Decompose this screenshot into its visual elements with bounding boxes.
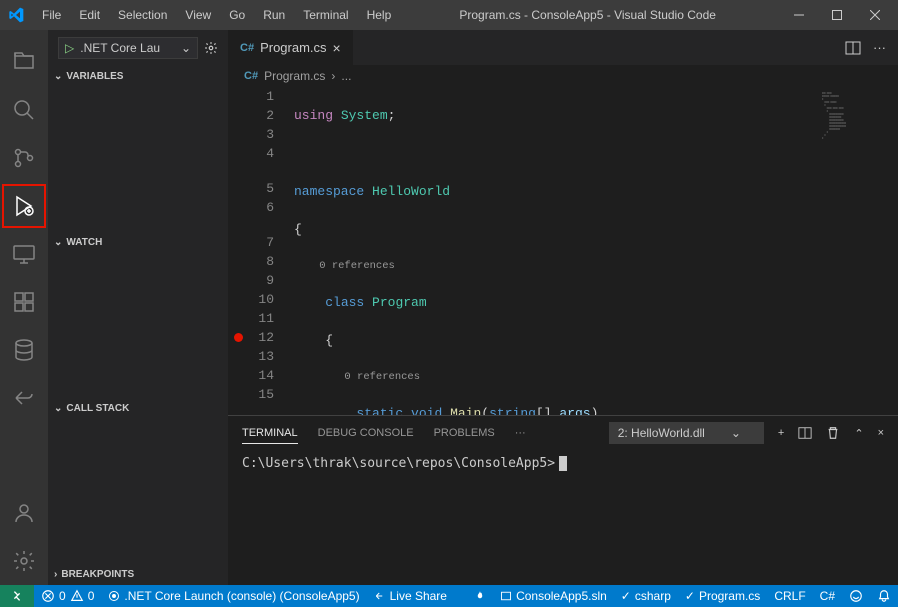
terminal-select-label: 2: HelloWorld.dll bbox=[618, 426, 705, 440]
codelens[interactable]: 0 references bbox=[319, 260, 395, 272]
section-breakpoints-label: Breakpoints bbox=[61, 569, 134, 580]
status-solution[interactable]: ConsoleApp5.sln bbox=[493, 585, 614, 607]
section-breakpoints[interactable]: › Breakpoints bbox=[48, 563, 228, 585]
panel-tab-more[interactable]: ··· bbox=[515, 423, 526, 443]
activity-explorer[interactable] bbox=[0, 38, 48, 86]
status-liveshare[interactable]: Live Share bbox=[367, 585, 454, 607]
breadcrumb-sep: › bbox=[331, 69, 335, 83]
status-launch-config[interactable]: .NET Core Launch (console) (ConsoleApp5) bbox=[101, 585, 366, 607]
gutter[interactable]: 1 2 3 4 5 6 7 8 9 10 11 12 13 14 15 bbox=[228, 87, 294, 415]
menu-file[interactable]: File bbox=[34, 4, 69, 26]
activity-extensions[interactable] bbox=[0, 278, 48, 326]
breadcrumb[interactable]: C# Program.cs › ... bbox=[228, 65, 898, 87]
status-feedback[interactable] bbox=[842, 585, 870, 607]
menu-go[interactable]: Go bbox=[221, 4, 253, 26]
split-terminal-icon[interactable] bbox=[798, 426, 812, 440]
status-bar: 0 0 .NET Core Launch (console) (ConsoleA… bbox=[0, 585, 898, 607]
section-callstack[interactable]: ⌄ Call Stack bbox=[48, 397, 228, 419]
launch-config-select[interactable]: ▷ .NET Core Lau ⌄ bbox=[58, 37, 198, 59]
remote-indicator[interactable] bbox=[0, 585, 34, 607]
editor-area: C# Program.cs × ··· C# Program.cs › ... … bbox=[228, 30, 898, 585]
activity-run-debug[interactable] bbox=[0, 182, 48, 230]
breadcrumb-file: Program.cs bbox=[264, 69, 325, 83]
tab-program-cs[interactable]: C# Program.cs × bbox=[228, 30, 354, 65]
activity-settings[interactable] bbox=[0, 537, 48, 585]
more-actions-icon[interactable]: ··· bbox=[873, 40, 886, 55]
minimap[interactable]: ▄▄▄ ▄▄▄▄ ▄▄▄▄▄▄ ▄▄▄▄▄▄▄ ▄ ▄▄▄▄ ▄▄▄▄▄ ▄ ▄… bbox=[818, 87, 898, 415]
breakpoint-icon[interactable] bbox=[234, 333, 243, 342]
menu-bar: File Edit Selection View Go Run Terminal… bbox=[34, 4, 399, 26]
activity-liveshare[interactable] bbox=[0, 374, 48, 422]
gear-icon[interactable] bbox=[204, 41, 218, 55]
codelens[interactable]: 0 references bbox=[344, 371, 420, 383]
menu-selection[interactable]: Selection bbox=[110, 4, 175, 26]
csharp-file-icon: C# bbox=[244, 70, 258, 82]
panel-tab-debug-console[interactable]: DEBUG CONSOLE bbox=[318, 423, 414, 443]
activity-remote[interactable] bbox=[0, 230, 48, 278]
code-content[interactable]: using System; namespace HelloWorld { 0 r… bbox=[294, 87, 898, 415]
section-variables[interactable]: ⌄ Variables bbox=[48, 65, 228, 87]
launch-config-label: .NET Core Lau bbox=[80, 41, 160, 55]
debug-toolbar: ▷ .NET Core Lau ⌄ bbox=[48, 30, 228, 65]
panel-tabs: TERMINAL DEBUG CONSOLE PROBLEMS ··· 2: H… bbox=[228, 416, 898, 450]
activity-source-control[interactable] bbox=[0, 134, 48, 182]
status-problems[interactable]: 0 0 bbox=[34, 585, 101, 607]
activity-sql[interactable] bbox=[0, 326, 48, 374]
status-file[interactable]: ✓Program.cs bbox=[678, 585, 767, 607]
status-lang-server[interactable]: ✓csharp bbox=[614, 585, 678, 607]
menu-help[interactable]: Help bbox=[359, 4, 400, 26]
terminal-select[interactable]: 2: HelloWorld.dll ⌄ bbox=[609, 422, 764, 444]
terminal-prompt: C:\Users\thrak\source\repos\ConsoleApp5> bbox=[242, 456, 555, 471]
activity-search[interactable] bbox=[0, 86, 48, 134]
chevron-down-icon: ⌄ bbox=[181, 41, 191, 55]
editor-tabs: C# Program.cs × ··· bbox=[228, 30, 898, 65]
menu-run[interactable]: Run bbox=[255, 4, 293, 26]
kill-terminal-icon[interactable] bbox=[826, 426, 840, 440]
window-controls bbox=[776, 0, 890, 30]
section-watch[interactable]: ⌄ Watch bbox=[48, 231, 228, 253]
menu-terminal[interactable]: Terminal bbox=[295, 4, 356, 26]
activity-account[interactable] bbox=[0, 489, 48, 537]
new-terminal-icon[interactable]: + bbox=[778, 427, 784, 439]
close-button[interactable] bbox=[852, 0, 898, 30]
panel-tab-terminal[interactable]: TERMINAL bbox=[242, 423, 298, 444]
editor[interactable]: 1 2 3 4 5 6 7 8 9 10 11 12 13 14 15 usin… bbox=[228, 87, 898, 415]
terminal[interactable]: C:\Users\thrak\source\repos\ConsoleApp5> bbox=[228, 450, 898, 585]
panel-tab-problems[interactable]: PROBLEMS bbox=[434, 423, 495, 443]
activity-bar bbox=[0, 30, 48, 585]
menu-edit[interactable]: Edit bbox=[71, 4, 108, 26]
status-flame[interactable] bbox=[467, 585, 493, 607]
section-watch-label: Watch bbox=[66, 237, 102, 248]
status-notifications[interactable] bbox=[870, 585, 898, 607]
chevron-down-icon: ⌄ bbox=[54, 71, 62, 82]
section-variables-label: Variables bbox=[66, 71, 123, 82]
close-panel-icon[interactable]: × bbox=[878, 427, 884, 439]
section-callstack-label: Call Stack bbox=[66, 403, 129, 414]
terminal-cursor bbox=[559, 456, 567, 471]
play-icon: ▷ bbox=[65, 41, 74, 55]
vscode-logo bbox=[8, 7, 24, 23]
window-title: Program.cs - ConsoleApp5 - Visual Studio… bbox=[399, 8, 776, 22]
bottom-panel: TERMINAL DEBUG CONSOLE PROBLEMS ··· 2: H… bbox=[228, 415, 898, 585]
status-language[interactable]: C# bbox=[813, 585, 842, 607]
debug-sidebar: ▷ .NET Core Lau ⌄ ⌄ Variables ⌄ Watch ⌄ … bbox=[48, 30, 228, 585]
title-bar: File Edit Selection View Go Run Terminal… bbox=[0, 0, 898, 30]
menu-view[interactable]: View bbox=[177, 4, 219, 26]
status-eol[interactable]: CRLF bbox=[767, 585, 812, 607]
tab-close-icon[interactable]: × bbox=[333, 40, 341, 56]
chevron-down-icon: ⌄ bbox=[54, 403, 62, 414]
chevron-down-icon: ⌄ bbox=[54, 237, 62, 248]
tab-label: Program.cs bbox=[260, 40, 326, 55]
split-editor-icon[interactable] bbox=[845, 40, 861, 56]
maximize-panel-icon[interactable]: ⌃ bbox=[854, 427, 863, 440]
csharp-file-icon: C# bbox=[240, 42, 254, 54]
chevron-down-icon: ⌄ bbox=[731, 426, 741, 440]
chevron-right-icon: › bbox=[54, 569, 57, 580]
breadcrumb-more: ... bbox=[341, 69, 351, 83]
